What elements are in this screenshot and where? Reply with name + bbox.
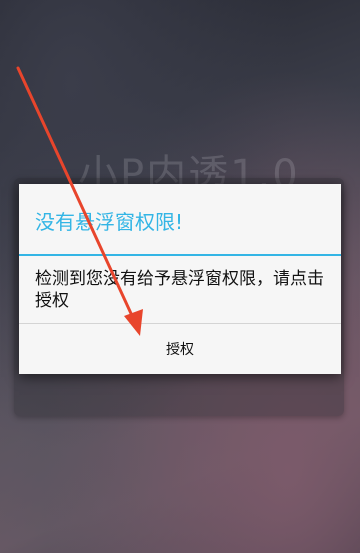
authorize-button[interactable]: 授权 <box>19 324 341 374</box>
dialog-button-bar: 授权 <box>19 323 341 374</box>
permission-dialog: 没有悬浮窗权限! 检测到您没有给予悬浮窗权限，请点击授权 授权 <box>19 184 341 374</box>
dialog-message: 检测到您没有给予悬浮窗权限，请点击授权 <box>35 269 324 311</box>
dialog-title: 没有悬浮窗权限! <box>19 184 341 256</box>
screen: { "background": { "app_title": "小P内透1.0"… <box>0 0 360 553</box>
